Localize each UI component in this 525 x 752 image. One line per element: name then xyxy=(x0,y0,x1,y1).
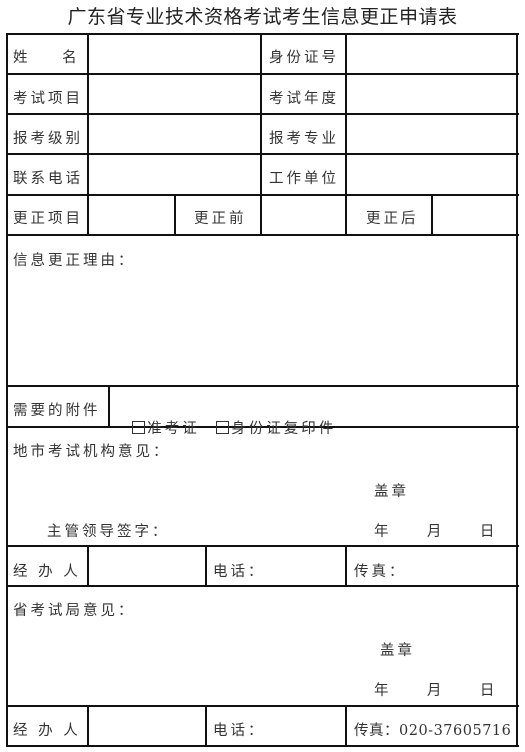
city-phone-label: 电话： xyxy=(213,564,266,580)
name-label: 姓 名 xyxy=(13,50,78,66)
city-handler-label: 经 办 人 xyxy=(13,564,81,580)
checkbox[interactable] xyxy=(132,421,146,434)
province-opinion-label: 省考试局意见： xyxy=(13,603,136,619)
province-fax-label: 传真：020-37605716 xyxy=(354,723,512,739)
city-signature-label: 主管领导签字： xyxy=(47,524,170,540)
reason-label: 信息更正理由： xyxy=(13,253,136,269)
row-divider xyxy=(6,705,519,707)
city-fax-label: 传真： xyxy=(354,564,407,580)
row-divider xyxy=(6,234,519,236)
level-label: 报考级别 xyxy=(13,131,83,147)
exam-item-label: 考试项目 xyxy=(13,91,83,107)
after-correction-label: 更正后 xyxy=(366,211,419,227)
province-date-label: 年 月 日 xyxy=(374,683,499,699)
row-divider xyxy=(6,545,519,547)
major-label: 报考专业 xyxy=(269,131,339,147)
city-handler-field[interactable] xyxy=(89,547,205,585)
phone-field[interactable] xyxy=(89,155,260,194)
after-correction-field[interactable] xyxy=(433,196,516,234)
table-border-right xyxy=(516,33,518,747)
before-correction-label: 更正前 xyxy=(194,211,247,227)
workplace-field[interactable] xyxy=(347,155,516,194)
province-phone-label: 电话： xyxy=(213,723,266,739)
col-divider xyxy=(205,705,207,747)
city-opinion-label: 地市考试机构意见： xyxy=(13,444,171,460)
correction-item-field[interactable] xyxy=(89,196,174,234)
city-date-label: 年 月 日 xyxy=(374,524,499,540)
col-divider xyxy=(174,194,176,234)
province-handler-label: 经 办 人 xyxy=(13,723,81,739)
option-label: 准考证 xyxy=(147,421,200,437)
id-number-field[interactable] xyxy=(347,35,516,73)
exam-year-field[interactable] xyxy=(347,75,516,113)
reason-field[interactable] xyxy=(8,272,516,384)
exam-year-label: 考试年度 xyxy=(269,91,339,107)
table-border-left xyxy=(6,33,8,747)
row-divider xyxy=(6,585,519,587)
attachments-label: 需要的附件 xyxy=(13,403,101,419)
city-seal-label: 盖章 xyxy=(374,484,409,500)
workplace-label: 工作单位 xyxy=(269,171,339,187)
correction-item-label: 更正项目 xyxy=(13,211,83,227)
province-seal-label: 盖章 xyxy=(380,643,415,659)
id-number-label: 身份证号 xyxy=(269,50,339,66)
col-divider xyxy=(205,545,207,585)
table-border-bottom xyxy=(6,745,519,747)
row-divider xyxy=(6,385,519,387)
attachment-option-id-copy[interactable]: 身份证复印件 xyxy=(201,402,336,438)
checkbox[interactable] xyxy=(216,421,230,434)
col-divider xyxy=(345,545,347,585)
attachment-option-admission-ticket[interactable]: 准考证 xyxy=(117,402,200,438)
form-title: 广东省专业技术资格考试考生信息更正申请表 xyxy=(67,6,458,28)
col-divider xyxy=(345,705,347,747)
phone-label: 联系电话 xyxy=(13,171,83,187)
province-handler-field[interactable] xyxy=(89,707,205,745)
exam-item-field[interactable] xyxy=(89,75,260,113)
level-field[interactable] xyxy=(89,115,260,153)
major-field[interactable] xyxy=(347,115,516,153)
option-label: 身份证复印件 xyxy=(231,421,337,437)
before-correction-field[interactable] xyxy=(262,196,345,234)
name-field[interactable] xyxy=(89,35,260,73)
col-divider xyxy=(108,385,110,426)
